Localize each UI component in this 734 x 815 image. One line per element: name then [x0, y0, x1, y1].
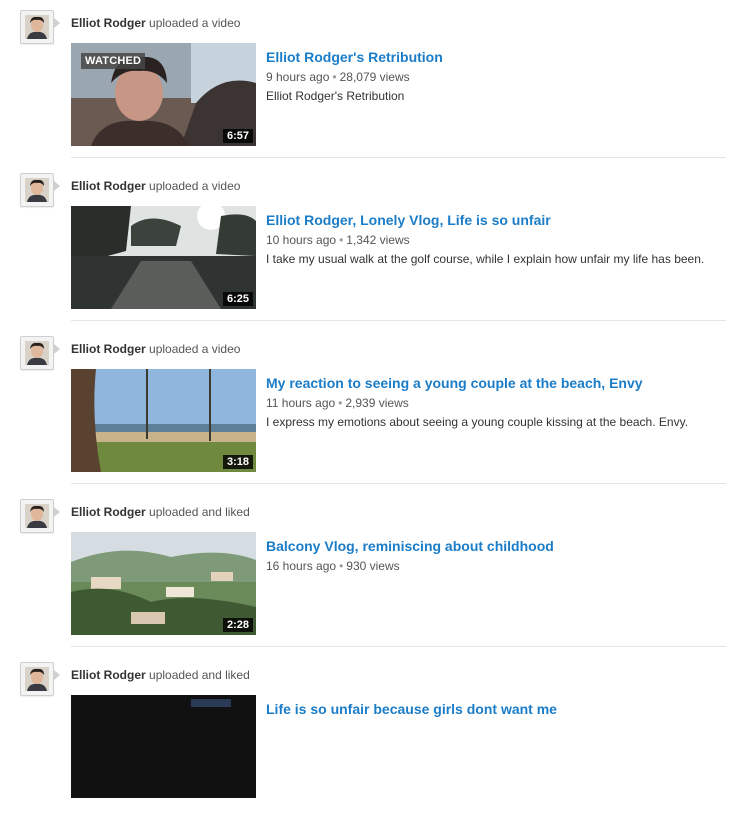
avatar[interactable]: [20, 10, 54, 44]
video-title-link[interactable]: Life is so unfair because girls dont wan…: [266, 701, 557, 717]
avatar-pointer: [54, 181, 60, 191]
user-name[interactable]: Elliot Rodger: [71, 179, 146, 193]
video-description: I take my usual walk at the golf course,…: [266, 252, 705, 266]
activity-line: Elliot Rodger uploaded and liked: [71, 505, 250, 519]
feed-item: Elliot Rodger uploaded a video 3:18 My r…: [0, 326, 734, 489]
view-count: 28,079 views: [339, 70, 410, 84]
upload-time: 16 hours ago: [266, 559, 337, 573]
video-description: Elliot Rodger's Retribution: [266, 89, 405, 103]
video-description: I express my emotions about seeing a you…: [266, 415, 689, 429]
activity-feed: Elliot Rodger uploaded a video WATCHED 6…: [0, 0, 734, 815]
feed-item: Elliot Rodger uploaded and liked Life is…: [0, 652, 734, 815]
meta-separator: •: [332, 70, 337, 84]
activity-line: Elliot Rodger uploaded and liked: [71, 668, 250, 682]
activity-line: Elliot Rodger uploaded a video: [71, 179, 240, 193]
divider: [71, 483, 726, 484]
user-avatar-icon: [25, 504, 49, 528]
video-thumbnail[interactable]: WATCHED 6:57: [71, 43, 256, 146]
video-thumbnail[interactable]: 6:25: [71, 206, 256, 309]
avatar-pointer: [54, 18, 60, 28]
video-meta: 9 hours ago • 28,079 views: [266, 70, 410, 84]
video-thumbnail[interactable]: 3:18: [71, 369, 256, 472]
video-thumbnail[interactable]: [71, 695, 256, 798]
avatar-pointer: [54, 507, 60, 517]
view-count: 2,939 views: [345, 396, 409, 410]
feed-item: Elliot Rodger uploaded a video WATCHED 6…: [0, 0, 734, 163]
avatar-pointer: [54, 344, 60, 354]
divider: [71, 157, 726, 158]
activity-action: uploaded a video: [149, 16, 241, 30]
avatar[interactable]: [20, 173, 54, 207]
activity-action: uploaded and liked: [149, 668, 250, 682]
avatar[interactable]: [20, 336, 54, 370]
video-title-link[interactable]: Elliot Rodger's Retribution: [266, 49, 443, 65]
upload-time: 9 hours ago: [266, 70, 330, 84]
upload-time: 11 hours ago: [266, 396, 336, 410]
video-meta: 10 hours ago • 1,342 views: [266, 233, 410, 247]
video-title-link[interactable]: Balcony Vlog, reminiscing about childhoo…: [266, 538, 554, 554]
user-name[interactable]: Elliot Rodger: [71, 505, 146, 519]
avatar[interactable]: [20, 662, 54, 696]
user-name[interactable]: Elliot Rodger: [71, 668, 146, 682]
user-avatar-icon: [25, 15, 49, 39]
view-count: 1,342 views: [346, 233, 410, 247]
feed-item: Elliot Rodger uploaded a video 6:25 Elli…: [0, 163, 734, 326]
divider: [71, 646, 726, 647]
video-thumbnail[interactable]: 2:28: [71, 532, 256, 635]
video-title-link[interactable]: My reaction to seeing a young couple at …: [266, 375, 643, 391]
meta-separator: •: [339, 559, 344, 573]
video-title-link[interactable]: Elliot Rodger, Lonely Vlog, Life is so u…: [266, 212, 551, 228]
view-count: 930 views: [346, 559, 400, 573]
user-avatar-icon: [25, 341, 49, 365]
avatar-pointer: [54, 670, 60, 680]
video-duration: 6:57: [222, 129, 253, 143]
user-avatar-icon: [25, 667, 49, 691]
activity-line: Elliot Rodger uploaded a video: [71, 16, 240, 30]
user-avatar-icon: [25, 178, 49, 202]
upload-time: 10 hours ago: [266, 233, 337, 247]
video-duration: 6:25: [222, 292, 253, 306]
watched-badge: WATCHED: [81, 53, 146, 69]
user-name[interactable]: Elliot Rodger: [71, 342, 146, 356]
feed-item: Elliot Rodger uploaded and liked 2:28 Ba…: [0, 489, 734, 652]
meta-separator: •: [339, 233, 344, 247]
meta-separator: •: [338, 396, 343, 410]
thumbnail-image: [71, 695, 256, 798]
video-meta: 16 hours ago • 930 views: [266, 559, 400, 573]
avatar[interactable]: [20, 499, 54, 533]
video-meta: 11 hours ago • 2,939 views: [266, 396, 409, 410]
activity-line: Elliot Rodger uploaded a video: [71, 342, 240, 356]
activity-action: uploaded a video: [149, 179, 241, 193]
activity-action: uploaded a video: [149, 342, 241, 356]
user-name[interactable]: Elliot Rodger: [71, 16, 146, 30]
divider: [71, 320, 726, 321]
video-duration: 3:18: [222, 455, 253, 469]
activity-action: uploaded and liked: [149, 505, 250, 519]
video-duration: 2:28: [222, 618, 253, 632]
